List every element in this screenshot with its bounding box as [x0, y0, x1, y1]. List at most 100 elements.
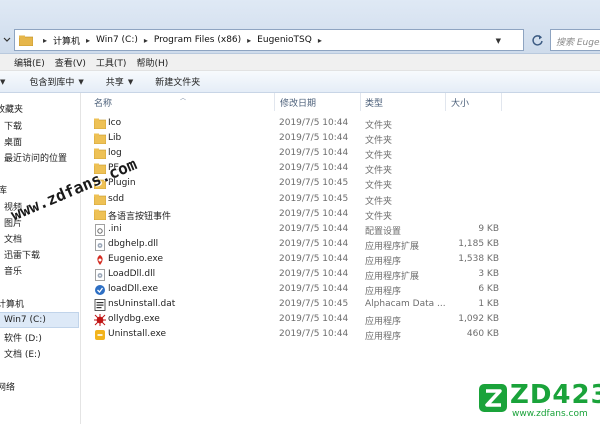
- breadcrumb-computer[interactable]: 计算机: [53, 34, 80, 47]
- file-type: 文件夹: [365, 181, 393, 192]
- file-size: 1,185 KB: [458, 238, 499, 249]
- column-header-size[interactable]: 大小: [451, 96, 469, 109]
- uninstall-app-icon: [94, 329, 106, 341]
- include-in-library-button[interactable]: 包含到库中 ▼: [29, 75, 84, 89]
- file-date-modified: 2019/7/5 10:44: [279, 314, 349, 325]
- file-date-modified: 2019/7/5 10:44: [279, 133, 349, 144]
- nav-item-desktop[interactable]: 桌面: [4, 133, 22, 149]
- refresh-button[interactable]: [527, 30, 547, 50]
- dat-file-icon: [94, 299, 106, 312]
- file-name: Uninstall.exe: [108, 329, 167, 340]
- file-row[interactable]: Eugenio.exe 2019/7/5 10:44 应用程序 1,538 KB: [81, 253, 600, 268]
- address-input[interactable]: ▸ 计算机 ▸ Win7 (C:) ▸ Program Files (x86) …: [14, 29, 524, 51]
- nav-item-documents[interactable]: 文档: [4, 230, 22, 246]
- file-date-modified: 2019/7/5 10:44: [279, 329, 349, 340]
- file-type: 应用程序扩展: [365, 241, 420, 252]
- file-row[interactable]: PE 2019/7/5 10:44 文件夹: [81, 162, 600, 177]
- menu-help[interactable]: 帮助(H): [136, 56, 168, 69]
- file-name: log: [108, 148, 122, 159]
- menu-view[interactable]: 查看(V): [55, 56, 86, 69]
- folder-icon: [93, 209, 107, 221]
- refresh-icon: [531, 34, 543, 46]
- nav-item-music[interactable]: 音乐: [4, 262, 22, 278]
- file-row[interactable]: Plugin 2019/7/5 10:45 文件夹: [81, 177, 600, 192]
- column-header-type[interactable]: 类型: [365, 96, 383, 109]
- breadcrumb-program-files[interactable]: Program Files (x86): [154, 35, 241, 45]
- breadcrumb-current-folder[interactable]: EugenioTSQ: [257, 35, 312, 45]
- file-row[interactable]: ollydbg.exe 2019/7/5 10:44 应用程序 1,092 KB: [81, 313, 600, 328]
- file-date-modified: 2019/7/5 10:45: [279, 178, 349, 189]
- file-date-modified: 2019/7/5 10:44: [279, 148, 349, 159]
- column-header-name[interactable]: 名称: [94, 96, 112, 109]
- watermark-logo-url: www.zdfans.com: [512, 409, 588, 419]
- address-history-dropdown[interactable]: ▼: [496, 37, 501, 45]
- breadcrumb: ▸ 计算机 ▸ Win7 (C:) ▸ Program Files (x86) …: [43, 34, 322, 47]
- chevron-down-icon[interactable]: [2, 33, 12, 47]
- file-date-modified: 2019/7/5 10:44: [279, 118, 349, 128]
- file-date-modified: 2019/7/5 10:44: [279, 163, 349, 174]
- share-button[interactable]: 共享 ▼: [106, 75, 134, 89]
- file-type: 配置设置: [365, 226, 402, 237]
- nav-item-recent-places[interactable]: 最近访问的位置: [4, 149, 67, 165]
- file-type: 应用程序: [365, 287, 402, 298]
- address-bar-area: ▸ 计算机 ▸ Win7 (C:) ▸ Program Files (x86) …: [0, 0, 600, 54]
- folder-icon: [93, 133, 107, 145]
- nav-item-drive-e[interactable]: 文档 (E:): [4, 345, 41, 361]
- file-row[interactable]: log 2019/7/5 10:44 文件夹: [81, 147, 600, 162]
- file-row[interactable]: Lib 2019/7/5 10:44 文件夹: [81, 132, 600, 147]
- file-row[interactable]: 各语言按钮事件 2019/7/5 10:44 文件夹: [81, 208, 600, 223]
- file-row[interactable]: Ico 2019/7/5 10:44 文件夹: [81, 117, 600, 132]
- menu-tools[interactable]: 工具(T): [96, 56, 127, 69]
- file-name: loadDll.exe: [108, 284, 158, 295]
- dll-file-icon: [94, 238, 106, 251]
- nav-favorites-header[interactable]: 收藏夹: [0, 100, 23, 116]
- file-row[interactable]: nsUninstall.dat 2019/7/5 10:45 Alphacam Da…: [81, 298, 600, 313]
- column-divider[interactable]: [360, 93, 361, 111]
- nav-libraries-header[interactable]: 库: [0, 181, 7, 197]
- file-row[interactable]: dbghelp.dll 2019/7/5 10:44 应用程序扩展 1,185 KB: [81, 238, 600, 253]
- file-type: 应用程序扩展: [365, 272, 420, 282]
- menu-edit[interactable]: 编辑(E): [14, 56, 45, 69]
- new-folder-button[interactable]: 新建文件夹: [155, 75, 200, 88]
- chevron-down-icon: ▼: [78, 77, 84, 86]
- file-date-modified: 2019/7/5 10:44: [279, 269, 349, 279]
- file-row[interactable]: LoadDll.dll 2019/7/5 10:44 应用程序扩展 3 KB: [81, 268, 600, 283]
- zd-logo-icon: [479, 384, 507, 412]
- column-header-date[interactable]: 修改日期: [280, 96, 316, 109]
- file-name: ollydbg.exe: [108, 314, 160, 325]
- file-name: LoadDll.dll: [108, 269, 156, 279]
- column-divider[interactable]: [501, 93, 502, 111]
- chevron-down-icon: ▼: [127, 77, 134, 86]
- watermark-logo-text: ZD423: [510, 380, 600, 410]
- nav-computer-header[interactable]: 计算机: [0, 295, 24, 311]
- folder-icon: [93, 194, 107, 206]
- nav-item-downloads[interactable]: 下载: [4, 117, 22, 133]
- file-type: 文件夹: [365, 211, 393, 222]
- nav-item-drive-d[interactable]: 软件 (D:): [4, 329, 42, 345]
- organize-dropdown-icon[interactable]: ▼: [0, 78, 5, 86]
- file-row[interactable]: .ini 2019/7/5 10:44 配置设置 9 KB: [81, 223, 600, 238]
- file-size: 1 KB: [478, 299, 499, 310]
- file-type: 文件夹: [365, 136, 393, 147]
- column-divider[interactable]: [445, 93, 446, 111]
- file-size: 6 KB: [478, 284, 499, 295]
- command-bar: ▼ 包含到库中 ▼ 共享 ▼ 新建文件夹: [0, 71, 600, 93]
- file-date-modified: 2019/7/5 10:44: [279, 208, 349, 219]
- breadcrumb-drive[interactable]: Win7 (C:): [96, 35, 138, 45]
- column-divider[interactable]: [274, 93, 275, 111]
- nav-item-thunder-downloads[interactable]: 迅雷下载: [4, 246, 40, 262]
- nav-network-header[interactable]: 网络: [0, 378, 15, 394]
- file-type: Alphacam Data ...: [365, 299, 446, 310]
- file-type: 文件夹: [365, 166, 393, 177]
- file-name: Ico: [108, 118, 122, 128]
- file-row[interactable]: sdd 2019/7/5 10:45 文件夹: [81, 193, 600, 208]
- file-date-modified: 2019/7/5 10:44: [279, 223, 349, 234]
- search-input[interactable]: 搜索 Eugen: [550, 29, 600, 51]
- file-row[interactable]: loadDll.exe 2019/7/5 10:44 应用程序 6 KB: [81, 283, 600, 298]
- file-row[interactable]: Uninstall.exe 2019/7/5 10:44 应用程序 460 KB: [81, 328, 600, 343]
- folder-icon: [93, 148, 107, 160]
- navigation-pane: 收藏夹 下载 桌面 最近访问的位置 库 视频 图片 文档 迅雷下载 音乐 计算机…: [0, 93, 80, 424]
- file-name: 各语言按钮事件: [108, 211, 172, 222]
- file-name: Lib: [108, 133, 122, 144]
- nav-item-drive-c[interactable]: Win7 (C:): [0, 312, 79, 328]
